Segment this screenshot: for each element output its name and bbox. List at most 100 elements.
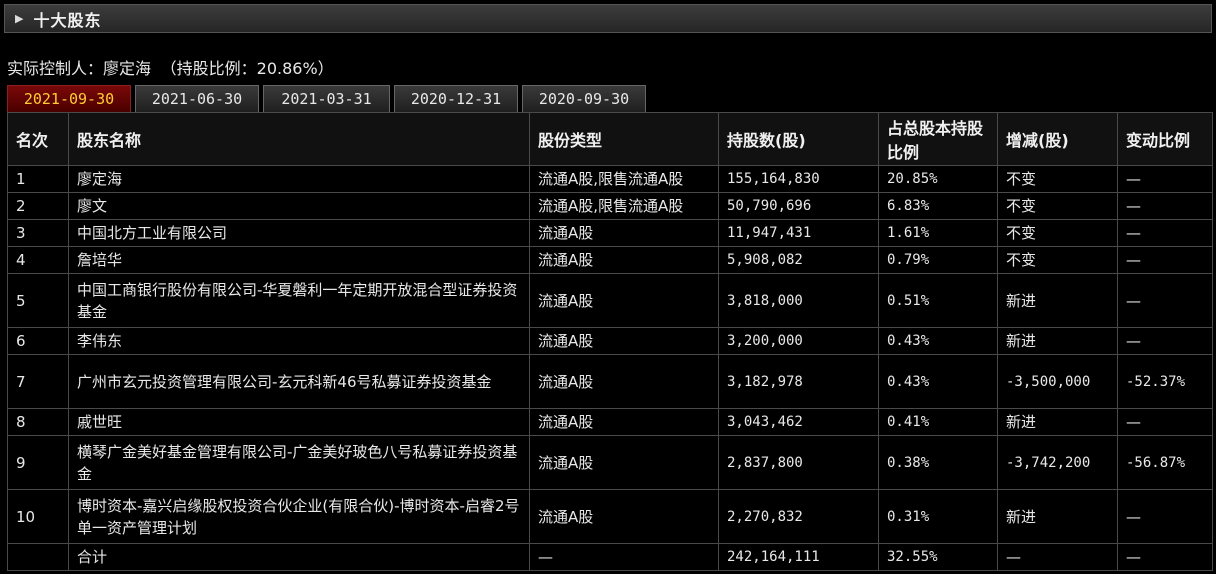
cell-shareholder-name[interactable]: 中国北方工业有限公司 — [68, 219, 530, 247]
cell-rank: 3 — [7, 219, 69, 247]
total-cell-holding-ratio: 32.55% — [878, 543, 998, 571]
cell-change-ratio: — — [1117, 408, 1213, 436]
cell-share-type: 流通A股 — [529, 246, 719, 274]
cell-change: -3,742,200 — [997, 435, 1118, 490]
cell-rank: 6 — [7, 327, 69, 355]
cell-shareholder-name[interactable]: 中国工商银行股份有限公司-华夏磐利一年定期开放混合型证券投资基金 — [68, 273, 530, 328]
cell-holding-ratio: 0.41% — [878, 408, 998, 436]
section-header[interactable]: ▶ 十大股东 — [4, 4, 1212, 33]
triangle-right-icon[interactable]: ▶ — [15, 12, 23, 25]
total-cell-shares-held: 242,164,111 — [718, 543, 879, 571]
table-row[interactable]: 7 广州市玄元投资管理有限公司-玄元科新46号私募证券投资基金 流通A股 3,182,… — [7, 354, 1213, 409]
cell-holding-ratio: 0.31% — [878, 489, 998, 544]
cell-change-ratio: — — [1117, 219, 1213, 247]
tab-date[interactable]: 2020-12-31 — [394, 85, 518, 112]
cell-change-ratio: — — [1117, 246, 1213, 274]
cell-shareholder-name[interactable]: 博时资本-嘉兴启缘股权投资合伙企业(有限合伙)-博时资本-启睿2号单一资产管理计… — [68, 489, 530, 544]
cell-share-type: 流通A股 — [529, 354, 719, 409]
cell-holding-ratio: 0.51% — [878, 273, 998, 328]
cell-shares-held: 3,043,462 — [718, 408, 879, 436]
table-header-row: 名次 股东名称 股份类型 持股数(股) 占总股本持股比例 增减(股) 变动比例 — [7, 112, 1213, 166]
cell-holding-ratio: 0.79% — [878, 246, 998, 274]
table-row[interactable]: 9 横琴广金美好基金管理有限公司-广金美好玻色八号私募证券投资基金 流通A股 2,83… — [7, 435, 1213, 490]
header-holding-ratio[interactable]: 占总股本持股比例 — [878, 112, 998, 166]
cell-change: 不变 — [997, 219, 1118, 247]
cell-change-ratio: — — [1117, 273, 1213, 328]
table-row[interactable]: 1 廖定海 流通A股,限售流通A股 155,164,830 20.85% 不变 — — [7, 165, 1213, 193]
cell-shares-held: 3,200,000 — [718, 327, 879, 355]
header-shares-held[interactable]: 持股数(股) — [718, 112, 879, 166]
cell-change: -3,500,000 — [997, 354, 1118, 409]
cell-shareholder-name[interactable]: 戚世旺 — [68, 408, 530, 436]
cell-change-ratio: — — [1117, 327, 1213, 355]
header-rank[interactable]: 名次 — [7, 112, 69, 166]
header-shareholder-name[interactable]: 股东名称 — [68, 112, 530, 166]
cell-rank: 9 — [7, 435, 69, 490]
cell-rank: 7 — [7, 354, 69, 409]
tab-date[interactable]: 2021-03-31 — [263, 85, 390, 112]
cell-shareholder-name[interactable]: 横琴广金美好基金管理有限公司-广金美好玻色八号私募证券投资基金 — [68, 435, 530, 490]
cell-rank: 4 — [7, 246, 69, 274]
tab-date[interactable]: 2021-06-30 — [135, 85, 259, 112]
cell-shareholder-name[interactable]: 广州市玄元投资管理有限公司-玄元科新46号私募证券投资基金 — [68, 354, 530, 409]
cell-change-ratio: — — [1117, 489, 1213, 544]
table-row[interactable]: 5 中国工商银行股份有限公司-华夏磐利一年定期开放混合型证券投资基金 流通A股 3,8… — [7, 273, 1213, 328]
cell-change: 新进 — [997, 273, 1118, 328]
cell-change: 不变 — [997, 192, 1118, 220]
cell-shares-held: 2,270,832 — [718, 489, 879, 544]
cell-rank: 5 — [7, 273, 69, 328]
table-row[interactable]: 10 博时资本-嘉兴启缘股权投资合伙企业(有限合伙)-博时资本-启睿2号单一资产管… — [7, 489, 1213, 544]
cell-change: 新进 — [997, 489, 1118, 544]
header-change[interactable]: 增减(股) — [997, 112, 1118, 166]
table-total-row: 合计 —242,164,111 32.55% — — — [7, 543, 1213, 571]
tab-date[interactable]: 2020-09-30 — [522, 85, 646, 112]
header-change-ratio[interactable]: 变动比例 — [1117, 112, 1213, 166]
cell-share-type: 流通A股 — [529, 435, 719, 490]
cell-holding-ratio: 20.85% — [878, 165, 998, 193]
cell-holding-ratio: 1.61% — [878, 219, 998, 247]
cell-shares-held: 50,790,696 — [718, 192, 879, 220]
cell-share-type: 流通A股,限售流通A股 — [529, 192, 719, 220]
total-cell-change-ratio: — — [1117, 543, 1213, 571]
cell-shares-held: 155,164,830 — [718, 165, 879, 193]
actual-controller: 实际控制人：廖定海 （持股比例：20.86%） — [7, 55, 334, 79]
date-tabs: 2021-09-30 2021-06-30 2021-03-31 2020-12… — [7, 85, 646, 112]
table-row[interactable]: 2 廖文 流通A股,限售流通A股 50,790,696 6.83% 不变 — — [7, 192, 1213, 220]
header-share-type[interactable]: 股份类型 — [529, 112, 719, 166]
cell-holding-ratio: 0.43% — [878, 354, 998, 409]
total-cell-share-type: — — [529, 543, 719, 571]
cell-rank: 10 — [7, 489, 69, 544]
cell-holding-ratio: 6.83% — [878, 192, 998, 220]
cell-shares-held: 11,947,431 — [718, 219, 879, 247]
cell-rank: 8 — [7, 408, 69, 436]
cell-rank: 2 — [7, 192, 69, 220]
cell-share-type: 流通A股 — [529, 219, 719, 247]
cell-share-type: 流通A股 — [529, 489, 719, 544]
controller-label: 实际控制人： — [7, 59, 104, 78]
cell-change: 不变 — [997, 246, 1118, 274]
table-row[interactable]: 8 戚世旺 流通A股 3,043,462 0.41% 新进 — — [7, 408, 1213, 436]
table-row[interactable]: 4 詹培华 流通A股 5,908,082 0.79% 不变 — — [7, 246, 1213, 274]
total-cell-rank — [7, 543, 69, 571]
total-cell-shareholder-name: 合计 — [68, 543, 530, 571]
cell-shareholder-name[interactable]: 廖定海 — [68, 165, 530, 193]
cell-shareholder-name[interactable]: 李伟东 — [68, 327, 530, 355]
cell-shares-held: 2,837,800 — [718, 435, 879, 490]
cell-change: 新进 — [997, 327, 1118, 355]
cell-change: 不变 — [997, 165, 1118, 193]
cell-shareholder-name[interactable]: 廖文 — [68, 192, 530, 220]
table-row[interactable]: 3 中国北方工业有限公司 流通A股 11,947,431 1.61% 不变 — — [7, 219, 1213, 247]
cell-change-ratio: -52.37% — [1117, 354, 1213, 409]
tab-date[interactable]: 2021-09-30 — [7, 85, 131, 112]
cell-shareholder-name[interactable]: 詹培华 — [68, 246, 530, 274]
cell-holding-ratio: 0.38% — [878, 435, 998, 490]
cell-shares-held: 3,818,000 — [718, 273, 879, 328]
cell-holding-ratio: 0.43% — [878, 327, 998, 355]
cell-change: 新进 — [997, 408, 1118, 436]
cell-share-type: 流通A股 — [529, 408, 719, 436]
cell-share-type: 流通A股,限售流通A股 — [529, 165, 719, 193]
cell-rank: 1 — [7, 165, 69, 193]
cell-share-type: 流通A股 — [529, 327, 719, 355]
table-row[interactable]: 6 李伟东 流通A股 3,200,000 0.43% 新进 — — [7, 327, 1213, 355]
top-shareholders-table: 名次 股东名称 股份类型 持股数(股) 占总股本持股比例 增减(股) 变动比例 … — [7, 112, 1213, 571]
